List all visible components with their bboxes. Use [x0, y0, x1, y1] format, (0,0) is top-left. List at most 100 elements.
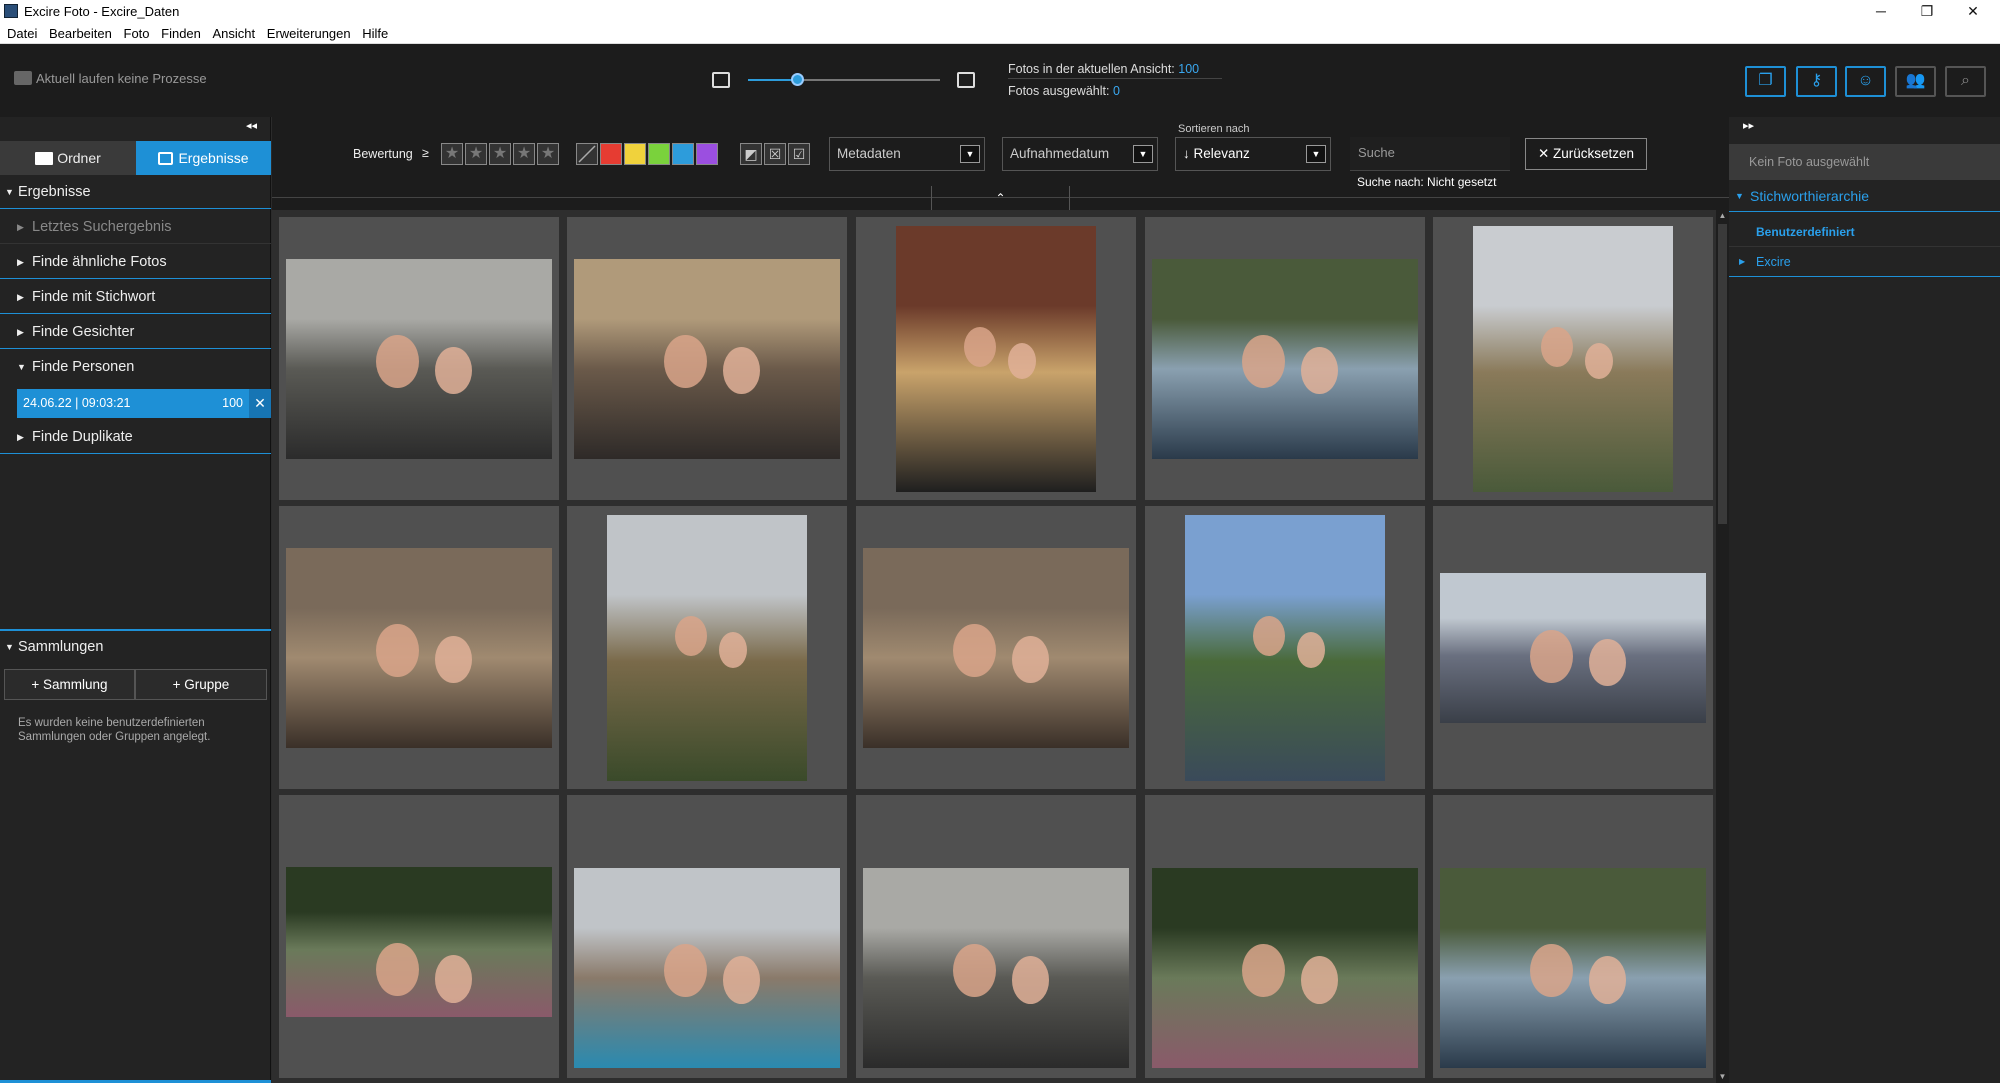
star-2-icon[interactable]: ★ [465, 143, 487, 165]
keyword-button[interactable]: ⚷ [1796, 66, 1837, 97]
item-finde-duplikate[interactable]: ▶ Finde Duplikate [0, 420, 271, 454]
search-button[interactable]: ⌕ [1945, 66, 1986, 97]
photo-cell[interactable] [1433, 506, 1713, 789]
star-4-icon[interactable]: ★ [513, 143, 535, 165]
photo-cell[interactable] [279, 217, 559, 500]
color-green-swatch[interactable] [648, 143, 670, 165]
photo-cell[interactable] [567, 506, 847, 789]
face-shape [664, 944, 707, 998]
menu-datei[interactable]: Datei [0, 23, 37, 41]
photo-cell[interactable] [856, 217, 1136, 500]
face-shape [1530, 944, 1573, 998]
photo-cell[interactable] [1145, 506, 1425, 789]
photo-thumbnail[interactable] [286, 867, 552, 1017]
item-finde-aehnliche-fotos[interactable]: ▶ Finde ähnliche Fotos [0, 245, 271, 279]
close-button[interactable]: ✕ [1950, 0, 1996, 23]
metadata-dropdown[interactable]: Metadaten ▼ [829, 137, 985, 171]
sort-dropdown[interactable]: ↓ Relevanz ▼ [1175, 137, 1331, 171]
expand-right-icon[interactable]: ▸▸ [1743, 119, 1754, 132]
flag-none-icon[interactable]: ◩ [740, 143, 762, 165]
photo-thumbnail[interactable] [286, 258, 552, 459]
menu-finden[interactable]: Finden [154, 23, 201, 41]
keyword-benutzerdefiniert[interactable]: Benutzerdefiniert [1729, 217, 2000, 247]
color-blue-swatch[interactable] [672, 143, 694, 165]
add-collection-button[interactable]: + Sammlung [4, 669, 135, 700]
color-purple-swatch[interactable] [696, 143, 718, 165]
menu-ansicht[interactable]: Ansicht [206, 23, 256, 41]
scrollbar-thumb[interactable] [1718, 224, 1727, 524]
photo-thumbnail[interactable] [863, 547, 1129, 748]
photo-thumbnail[interactable] [1440, 572, 1706, 723]
photo-thumbnail[interactable] [607, 514, 807, 781]
search-input[interactable]: Suche [1350, 137, 1510, 171]
remove-result-icon[interactable]: ✕ [249, 389, 271, 418]
color-red-swatch[interactable] [600, 143, 622, 165]
photo-thumbnail[interactable] [1152, 868, 1418, 1068]
section-ergebnisse[interactable]: ▼ Ergebnisse [0, 176, 271, 209]
scroll-down-icon[interactable]: ▼ [1716, 1071, 1729, 1083]
add-group-button[interactable]: + Gruppe [135, 669, 267, 700]
photo-cell[interactable] [1145, 795, 1425, 1078]
item-finde-mit-stichwort[interactable]: ▶ Finde mit Stichwort [0, 280, 271, 314]
item-letztes-suchergebnis[interactable]: ▶ Letztes Suchergebnis [0, 210, 271, 244]
collapse-filter-button[interactable]: ⌃ [931, 186, 1070, 210]
flag-rejected-icon[interactable]: ☒ [764, 143, 786, 165]
face-button[interactable]: ☺ [1845, 66, 1886, 97]
face-shape [722, 346, 761, 395]
menu-bearbeiten[interactable]: Bearbeiten [42, 23, 112, 41]
large-thumbnail-icon[interactable] [957, 72, 975, 88]
capture-date-dropdown[interactable]: Aufnahmedatum ▼ [1002, 137, 1158, 171]
photo-thumbnail[interactable] [286, 547, 552, 748]
zoom-slider-knob[interactable] [790, 73, 804, 86]
menu-erweiterungen[interactable]: Erweiterungen [260, 23, 351, 41]
item-label: Letztes Suchergebnis [32, 219, 172, 235]
photo-cell[interactable] [279, 506, 559, 789]
photo-thumbnail[interactable] [574, 868, 840, 1068]
reset-button[interactable]: ✕ Zurücksetzen [1525, 138, 1647, 170]
photo-thumbnail[interactable] [1440, 868, 1706, 1068]
grid-scrollbar[interactable]: ▲ ▼ [1716, 210, 1729, 1083]
photo-cell[interactable] [1433, 217, 1713, 500]
tab-ordner[interactable]: Ordner [0, 141, 136, 175]
people-button[interactable]: 👥 [1895, 66, 1936, 97]
color-yellow-swatch[interactable] [624, 143, 646, 165]
person-search-result[interactable]: 24.06.22 | 09:03:21 100 ✕ [17, 389, 271, 418]
small-thumbnail-icon[interactable] [712, 72, 730, 88]
section-sammlungen[interactable]: ▼ Sammlungen [0, 629, 271, 662]
photo-cell[interactable] [567, 795, 847, 1078]
photo-cell[interactable] [856, 795, 1136, 1078]
chevron-down-icon: ▼ [1133, 145, 1153, 163]
photo-cell[interactable] [279, 795, 559, 1078]
photo-cell[interactable] [567, 217, 847, 500]
scroll-up-icon[interactable]: ▲ [1716, 210, 1729, 222]
stats-selected-label: Fotos ausgewählt: [1008, 84, 1110, 98]
rating-operator[interactable]: ≥ [422, 146, 429, 160]
maximize-button[interactable]: ❐ [1904, 0, 1950, 23]
star-5-icon[interactable]: ★ [537, 143, 559, 165]
star-3-icon[interactable]: ★ [489, 143, 511, 165]
photo-thumbnail[interactable] [1152, 258, 1418, 459]
app-icon [4, 4, 18, 18]
photo-cell[interactable] [1145, 217, 1425, 500]
photo-thumbnail[interactable] [1185, 514, 1385, 781]
collapse-left-icon[interactable]: ◂◂ [246, 119, 257, 132]
minimize-button[interactable]: ─ [1858, 0, 1904, 23]
tab-ergebnisse[interactable]: Ergebnisse [136, 141, 271, 175]
photo-thumbnail[interactable] [896, 225, 1096, 492]
flag-picked-icon[interactable]: ☑ [788, 143, 810, 165]
item-finde-gesichter[interactable]: ▶ Finde Gesichter [0, 315, 271, 349]
keyword-excire[interactable]: ▶ Excire [1729, 247, 2000, 277]
photo-cell[interactable] [856, 506, 1136, 789]
section-stichworthierarchie[interactable]: ▼ Stichworthierarchie [1729, 180, 2000, 212]
photo-thumbnail[interactable] [863, 868, 1129, 1068]
photo-cell[interactable] [1433, 795, 1713, 1078]
item-finde-personen[interactable]: ▼ Finde Personen [0, 350, 271, 384]
collections-button[interactable]: ❐ [1745, 66, 1786, 97]
no-color-swatch[interactable] [576, 143, 598, 165]
menu-foto[interactable]: Foto [117, 23, 150, 41]
photo-thumbnail[interactable] [574, 258, 840, 459]
menu-bar: Datei Bearbeiten Foto Finden Ansicht Erw… [0, 23, 2000, 44]
menu-hilfe[interactable]: Hilfe [355, 23, 388, 41]
star-1-icon[interactable]: ★ [441, 143, 463, 165]
photo-thumbnail[interactable] [1473, 225, 1673, 492]
